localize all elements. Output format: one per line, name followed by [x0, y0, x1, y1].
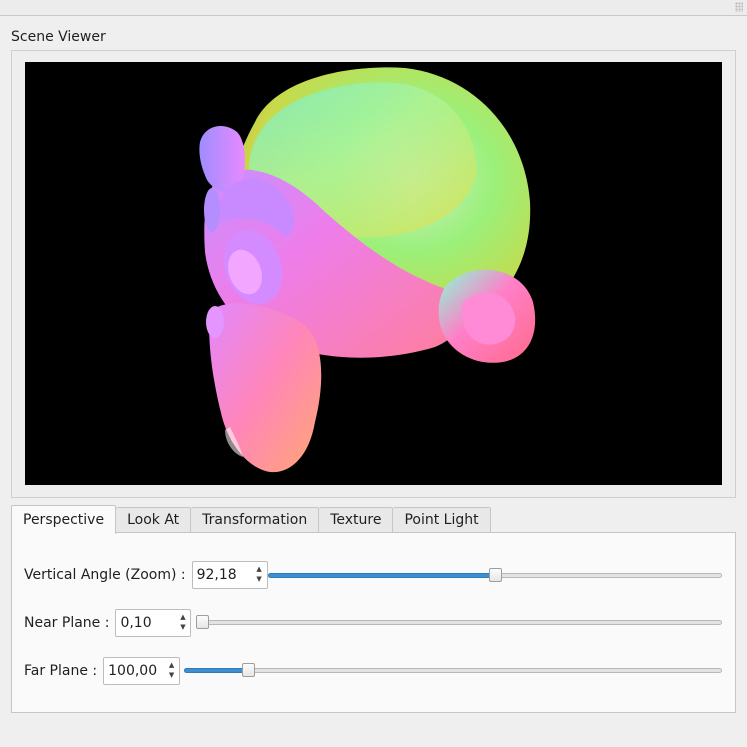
far-plane-label: Far Plane : [24, 663, 98, 679]
vertical-angle-label: Vertical Angle (Zoom) : [24, 567, 186, 583]
near-plane-row: Near Plane : ▲ ▼ [24, 608, 192, 638]
resize-grip-icon[interactable] [735, 2, 743, 12]
snout-shape [209, 303, 322, 473]
monkey-head-render [199, 67, 536, 473]
vertical-angle-spinbox[interactable]: ▲ ▼ [191, 561, 268, 589]
slider-fill [184, 668, 244, 673]
perspective-panel: Vertical Angle (Zoom) : ▲ ▼ Near Plane :… [11, 532, 736, 713]
arrow-down-icon[interactable]: ▼ [256, 575, 261, 585]
tab-transformation[interactable]: Transformation [191, 507, 320, 534]
slider-handle[interactable] [489, 568, 502, 582]
far-plane-spinbox[interactable]: ▲ ▼ [103, 657, 181, 685]
scene-viewport[interactable] [25, 62, 722, 485]
near-plane-label: Near Plane : [24, 615, 110, 631]
arrow-up-icon[interactable]: ▲ [180, 613, 185, 623]
slider-fill [268, 573, 491, 578]
tab-perspective[interactable]: Perspective [11, 505, 117, 534]
vertical-angle-row: Vertical Angle (Zoom) : ▲ ▼ [24, 560, 268, 590]
tab-point-light[interactable]: Point Light [393, 507, 491, 534]
slider-handle[interactable] [242, 663, 255, 677]
window-title-bar [0, 0, 747, 16]
settings-tabs: Perspective Look At Transformation Textu… [11, 505, 491, 534]
tab-texture[interactable]: Texture [319, 507, 394, 534]
far-plane-stepper[interactable]: ▲ ▼ [164, 658, 179, 684]
lip-bump [206, 306, 224, 338]
arrow-up-icon[interactable]: ▲ [169, 661, 174, 671]
arrow-down-icon[interactable]: ▼ [169, 671, 174, 681]
vertical-angle-stepper[interactable]: ▲ ▼ [252, 562, 267, 588]
far-plane-slider[interactable] [184, 660, 722, 680]
tab-look-at[interactable]: Look At [116, 507, 192, 534]
cheek-bump [204, 188, 220, 232]
slider-track [196, 620, 722, 625]
slider-track [184, 668, 722, 673]
vertical-angle-slider[interactable] [268, 565, 722, 585]
arrow-down-icon[interactable]: ▼ [180, 623, 185, 633]
near-plane-spinbox[interactable]: ▲ ▼ [115, 609, 192, 637]
near-plane-slider[interactable] [196, 612, 722, 632]
far-plane-row: Far Plane : ▲ ▼ [24, 656, 181, 686]
near-plane-stepper[interactable]: ▲ ▼ [175, 610, 190, 636]
scene-viewer-title: Scene Viewer [11, 29, 106, 45]
slider-handle[interactable] [196, 615, 209, 629]
arrow-up-icon[interactable]: ▲ [256, 565, 261, 575]
